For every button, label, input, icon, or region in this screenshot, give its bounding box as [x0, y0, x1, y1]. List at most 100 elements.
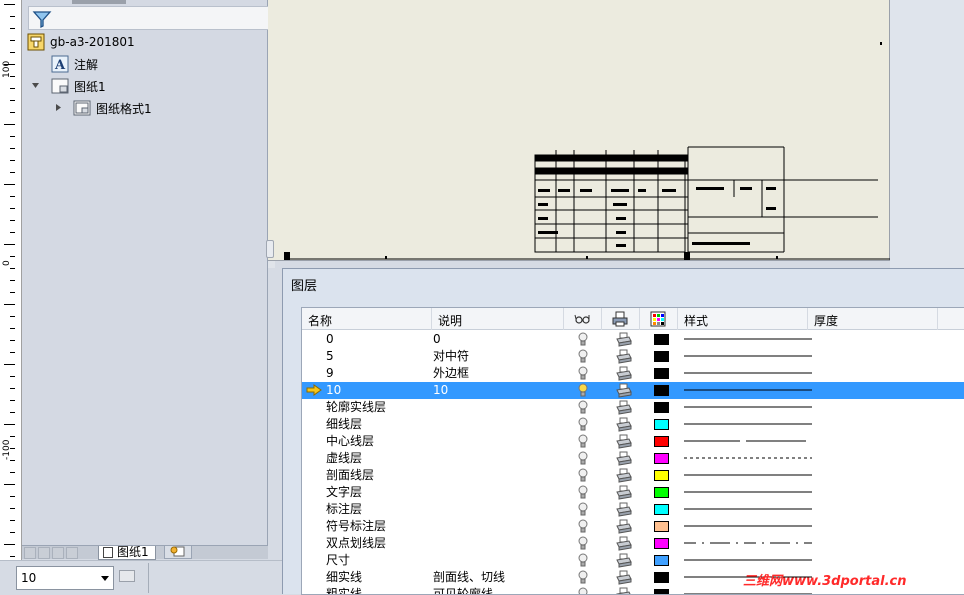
layer-color-swatch[interactable] — [654, 453, 669, 464]
panel-collapse-handle[interactable] — [266, 240, 274, 258]
layer-color-swatch[interactable] — [654, 368, 669, 379]
layer-color-swatch[interactable] — [654, 470, 669, 481]
tree-node-sheet-format[interactable]: 图纸格式1 — [73, 98, 152, 118]
tree-node-annotations[interactable]: A 注解 — [51, 54, 98, 74]
line-style-preview[interactable] — [684, 508, 812, 510]
layer-row[interactable]: 文字层 — [302, 484, 964, 501]
column-header-visibility[interactable] — [564, 308, 602, 330]
layer-color-swatch[interactable] — [654, 419, 669, 430]
line-style-preview[interactable] — [684, 542, 812, 544]
layer-color-swatch[interactable] — [654, 351, 669, 362]
printer-icon[interactable] — [616, 349, 632, 364]
column-header-color[interactable] — [640, 308, 678, 330]
lightbulb-icon[interactable] — [578, 502, 588, 517]
layer-color-swatch[interactable] — [654, 572, 669, 583]
lightbulb-icon[interactable] — [578, 485, 588, 500]
add-sheet-button[interactable] — [164, 546, 192, 559]
layer-row[interactable]: 5 对中符 — [302, 348, 964, 365]
lightbulb-icon[interactable] — [578, 400, 588, 415]
lightbulb-icon[interactable] — [578, 570, 588, 585]
layer-row[interactable]: 虚线层 — [302, 450, 964, 467]
line-style-preview[interactable] — [684, 457, 812, 459]
first-sheet-button[interactable] — [24, 547, 36, 559]
layer-color-swatch[interactable] — [654, 589, 669, 594]
printer-icon[interactable] — [616, 400, 632, 415]
last-sheet-button[interactable] — [66, 547, 78, 559]
tab-sheet1[interactable]: 图纸1 — [98, 546, 156, 560]
line-style-preview[interactable] — [684, 559, 812, 561]
prev-sheet-button[interactable] — [38, 547, 50, 559]
layer-row[interactable]: 轮廓实线层 — [302, 399, 964, 416]
line-style-preview[interactable] — [684, 406, 812, 408]
printer-icon[interactable] — [616, 366, 632, 381]
column-header-print[interactable] — [602, 308, 640, 330]
line-style-preview[interactable] — [684, 423, 812, 425]
layer-row[interactable]: 细线层 — [302, 416, 964, 433]
tree-node-root[interactable]: gb-a3-201801 — [27, 32, 135, 52]
printer-icon[interactable] — [616, 553, 632, 568]
next-sheet-button[interactable] — [52, 547, 64, 559]
layer-color-swatch[interactable] — [654, 487, 669, 498]
line-style-preview[interactable] — [684, 355, 812, 357]
line-style-preview[interactable] — [684, 372, 812, 374]
layer-row[interactable]: 标注层 — [302, 501, 964, 518]
tree-node-sheet[interactable]: 图纸1 — [51, 76, 106, 96]
layer-row[interactable]: 9 外边框 — [302, 365, 964, 382]
layer-color-swatch[interactable] — [654, 402, 669, 413]
lightbulb-icon[interactable] — [578, 349, 588, 364]
printer-icon[interactable] — [616, 383, 632, 398]
lightbulb-icon[interactable] — [578, 366, 588, 381]
lightbulb-icon[interactable] — [578, 468, 588, 483]
printer-icon[interactable] — [616, 485, 632, 500]
layer-row[interactable]: 尺寸 — [302, 552, 964, 569]
printer-icon[interactable] — [616, 434, 632, 449]
printer-icon[interactable] — [616, 468, 632, 483]
drawing-canvas[interactable] — [268, 0, 890, 261]
printer-icon[interactable] — [616, 417, 632, 432]
line-style-preview[interactable] — [684, 491, 812, 493]
tree-top-tab[interactable] — [72, 0, 126, 4]
line-style-preview[interactable] — [684, 389, 812, 391]
layer-row[interactable]: 10 10 — [302, 382, 964, 399]
column-header-style[interactable]: 样式 — [678, 308, 808, 330]
layer-row[interactable]: 双点划线层 — [302, 535, 964, 552]
printer-icon[interactable] — [616, 519, 632, 534]
layer-row[interactable]: 中心线层 — [302, 433, 964, 450]
layer-row[interactable]: 符号标注层 — [302, 518, 964, 535]
printer-icon[interactable] — [616, 332, 632, 347]
layer-row[interactable]: 00 — [302, 331, 964, 348]
layer-color-swatch[interactable] — [654, 521, 669, 532]
printer-icon[interactable] — [616, 536, 632, 551]
column-header-description[interactable]: 说明 — [432, 308, 564, 330]
layer-row[interactable]: 剖面线层 — [302, 467, 964, 484]
tree-filter-bar[interactable] — [28, 6, 282, 30]
lightbulb-icon[interactable] — [578, 519, 588, 534]
layer-color-swatch[interactable] — [654, 385, 669, 396]
layer-color-swatch[interactable] — [654, 538, 669, 549]
layer-color-swatch[interactable] — [654, 334, 669, 345]
layer-properties-icon[interactable] — [119, 570, 135, 582]
printer-icon[interactable] — [616, 570, 632, 585]
lightbulb-icon[interactable] — [578, 451, 588, 466]
layer-color-swatch[interactable] — [654, 436, 669, 447]
column-header-name[interactable]: 名称 — [302, 308, 432, 330]
lightbulb-icon[interactable] — [578, 383, 588, 398]
lightbulb-icon[interactable] — [578, 332, 588, 347]
collapsed-chevron-icon[interactable] — [55, 103, 63, 112]
line-style-preview[interactable] — [684, 440, 812, 442]
lightbulb-icon[interactable] — [578, 434, 588, 449]
line-style-preview[interactable] — [684, 338, 812, 340]
lightbulb-icon[interactable] — [578, 536, 588, 551]
printer-icon[interactable] — [616, 502, 632, 517]
line-style-preview[interactable] — [684, 525, 812, 527]
lightbulb-icon[interactable] — [578, 417, 588, 432]
line-style-preview[interactable] — [684, 474, 812, 476]
filter-icon[interactable] — [32, 9, 52, 29]
lightbulb-icon[interactable] — [578, 553, 588, 568]
printer-icon[interactable] — [616, 451, 632, 466]
layer-color-swatch[interactable] — [654, 504, 669, 515]
expanded-chevron-icon[interactable] — [31, 82, 40, 90]
layer-dropdown[interactable]: 10 — [16, 566, 114, 590]
column-header-thickness[interactable]: 厚度 — [808, 308, 938, 330]
layer-color-swatch[interactable] — [654, 555, 669, 566]
